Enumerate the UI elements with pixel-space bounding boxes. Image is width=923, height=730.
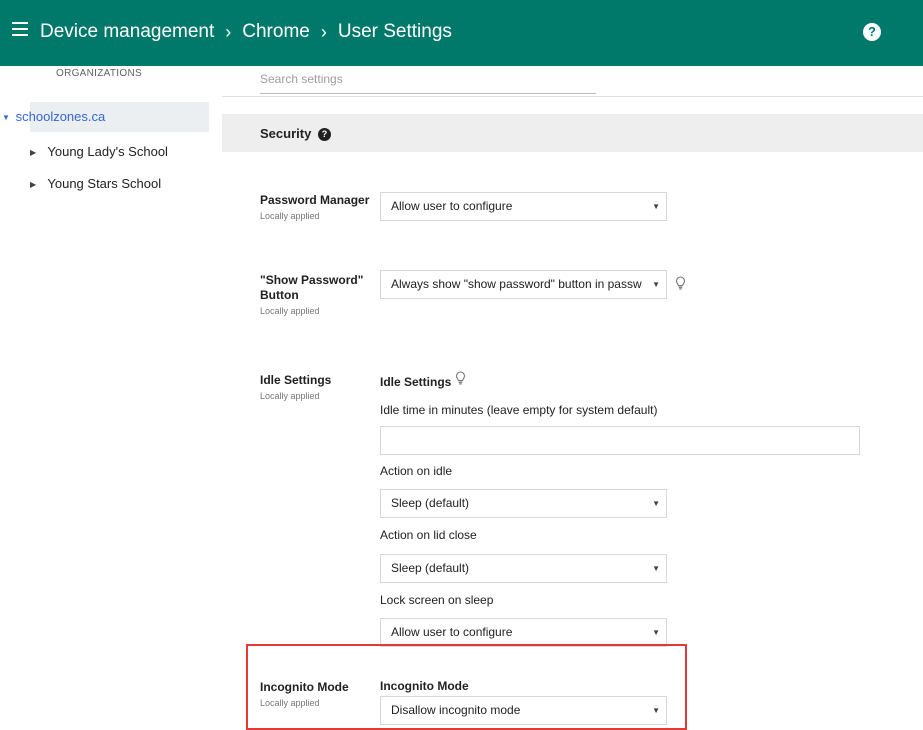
org-item-schoolzones[interactable]: ▼ schoolzones.ca (2, 102, 209, 132)
idle-heading-text: Idle Settings (380, 375, 452, 389)
select-value: Sleep (default) (391, 496, 470, 510)
idle-time-label: Idle time in minutes (leave empty for sy… (380, 403, 658, 417)
idle-settings-label: Idle Settings Locally applied (260, 373, 331, 404)
settings-main: Security ? Password Manager Locally appl… (222, 66, 923, 730)
breadcrumb-user-settings: User Settings (337, 21, 452, 42)
breadcrumb-chrome[interactable]: Chrome (242, 16, 310, 48)
select-value: Allow user to configure (391, 199, 513, 213)
show-password-select[interactable]: Always show "show password" button in pa… (380, 270, 667, 299)
select-value: Disallow incognito mode (391, 703, 521, 717)
caret-down-icon[interactable]: ▼ (2, 103, 12, 133)
lock-screen-label: Lock screen on sleep (380, 593, 494, 607)
incognito-mode-select[interactable]: Disallow incognito mode ▼ (380, 696, 667, 725)
chevron-down-icon: ▼ (652, 499, 660, 508)
breadcrumb: Device management › Chrome › User Settin… (40, 16, 452, 48)
setting-name: Password Manager (260, 193, 370, 207)
setting-status: Locally applied (260, 306, 320, 316)
org-item-young-stars-school[interactable]: ▶ Young Stars School (30, 169, 161, 199)
chevron-down-icon: ▼ (652, 628, 660, 637)
lock-screen-select[interactable]: Allow user to configure ▼ (380, 618, 667, 647)
divider (222, 96, 923, 97)
chevron-down-icon: ▼ (652, 706, 660, 715)
section-title: Security ? (260, 126, 331, 141)
lightbulb-icon[interactable] (675, 276, 686, 290)
setting-name-line1: "Show Password" (260, 273, 364, 287)
setting-name: Incognito Mode (260, 680, 349, 694)
chevron-down-icon: ▼ (652, 280, 660, 289)
organizations-header: ORGANIZATIONS (56, 68, 142, 79)
select-value: Sleep (default) (391, 561, 470, 575)
setting-name: Idle Settings (260, 373, 332, 387)
action-on-idle-label: Action on idle (380, 464, 453, 478)
org-item-young-ladys-school[interactable]: ▶ Young Lady's School (30, 137, 168, 167)
caret-right-icon[interactable]: ▶ (30, 170, 44, 200)
organizations-sidebar: ORGANIZATIONS ▼ schoolzones.ca ▶ Young L… (0, 66, 216, 725)
password-manager-select[interactable]: Allow user to configure ▼ (380, 192, 667, 221)
setting-name-line2: Button (260, 288, 299, 302)
setting-status: Locally applied (260, 211, 320, 221)
lid-close-select[interactable]: Sleep (default) ▼ (380, 554, 667, 583)
org-item-label: schoolzones.ca (15, 109, 106, 124)
app-bar: Device management › Chrome › User Settin… (0, 0, 923, 66)
incognito-heading: Incognito Mode (380, 679, 469, 693)
search-input[interactable] (260, 66, 596, 92)
breadcrumb-separator: › (320, 22, 327, 42)
show-password-button-label: "Show Password" Button Locally applied (260, 273, 363, 319)
lightbulb-icon[interactable] (455, 371, 466, 385)
idle-settings-heading: Idle Settings (380, 375, 451, 389)
help-icon[interactable]: ? (863, 23, 881, 41)
setting-status: Locally applied (260, 698, 320, 708)
incognito-mode-label: Incognito Mode Locally applied (260, 680, 349, 711)
menu-icon[interactable] (12, 22, 28, 36)
org-item-label: Young Stars School (47, 176, 162, 191)
chevron-down-icon: ▼ (652, 202, 660, 211)
breadcrumb-device-management[interactable]: Device management (40, 16, 214, 48)
select-value: Allow user to configure (391, 625, 513, 639)
select-value: Always show "show password" button in pa… (391, 277, 642, 291)
password-manager-label: Password Manager Locally applied (260, 193, 369, 224)
lid-close-label: Action on lid close (380, 528, 477, 542)
setting-status: Locally applied (260, 391, 320, 401)
breadcrumb-separator: › (225, 22, 232, 42)
help-icon[interactable]: ? (317, 128, 331, 141)
security-section-header: Security ? (222, 114, 923, 152)
org-item-label: Young Lady's School (47, 144, 168, 159)
search-container (260, 66, 596, 94)
idle-time-input[interactable] (380, 426, 860, 455)
action-on-idle-select[interactable]: Sleep (default) ▼ (380, 489, 667, 518)
caret-right-icon[interactable]: ▶ (30, 138, 44, 168)
chevron-down-icon: ▼ (652, 564, 660, 573)
section-title-text: Security (260, 126, 312, 141)
